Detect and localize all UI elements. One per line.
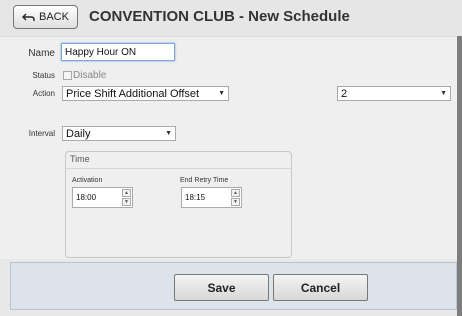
spin-up-button[interactable]: ▲ (231, 189, 240, 197)
spin-down-button[interactable]: ▼ (231, 198, 240, 206)
divider (66, 168, 291, 169)
status-label: Status (32, 71, 55, 80)
offset-select[interactable]: 2 ▼ (337, 86, 451, 101)
spin-up-button[interactable]: ▲ (122, 189, 131, 197)
back-button-label: BACK (39, 11, 69, 23)
chevron-down-icon: ▼ (218, 90, 225, 97)
spin-down-button[interactable]: ▼ (122, 198, 131, 206)
name-input[interactable] (61, 43, 175, 61)
offset-select-value: 2 (341, 87, 348, 100)
name-label: Name (28, 48, 55, 59)
back-arrow-icon (22, 13, 35, 21)
window-edge (457, 36, 462, 316)
end-retry-time-input[interactable]: 18:15 ▲ ▼ (181, 187, 242, 208)
page-title: CONVENTION CLUB - New Schedule (89, 8, 350, 25)
header-bar: BACK CONVENTION CLUB - New Schedule (0, 0, 462, 36)
activation-time-value: 18:00 (76, 193, 97, 202)
time-fieldset: Time Activation End Retry Time 18:00 ▲ ▼… (65, 151, 292, 258)
end-retry-time-value: 18:15 (185, 193, 206, 202)
cancel-button[interactable]: Cancel (273, 274, 368, 301)
save-button[interactable]: Save (174, 274, 269, 301)
action-label: Action (32, 89, 55, 98)
checkbox-box[interactable] (63, 71, 72, 80)
activation-label: Activation (72, 177, 103, 184)
interval-select[interactable]: Daily ▼ (62, 126, 176, 141)
time-legend: Time (70, 154, 90, 164)
interval-select-value: Daily (66, 127, 91, 140)
interval-label: Interval (28, 129, 55, 138)
action-select-value: Price Shift Additional Offset (66, 87, 200, 100)
action-select[interactable]: Price Shift Additional Offset ▼ (62, 86, 229, 101)
back-button[interactable]: BACK (13, 5, 78, 29)
chevron-down-icon: ▼ (165, 130, 172, 137)
chevron-down-icon: ▼ (440, 90, 447, 97)
disable-checkbox-label: Disable (73, 70, 107, 81)
end-retry-label: End Retry Time (180, 177, 229, 184)
activation-time-input[interactable]: 18:00 ▲ ▼ (72, 187, 133, 208)
disable-checkbox[interactable]: Disable (63, 70, 106, 81)
